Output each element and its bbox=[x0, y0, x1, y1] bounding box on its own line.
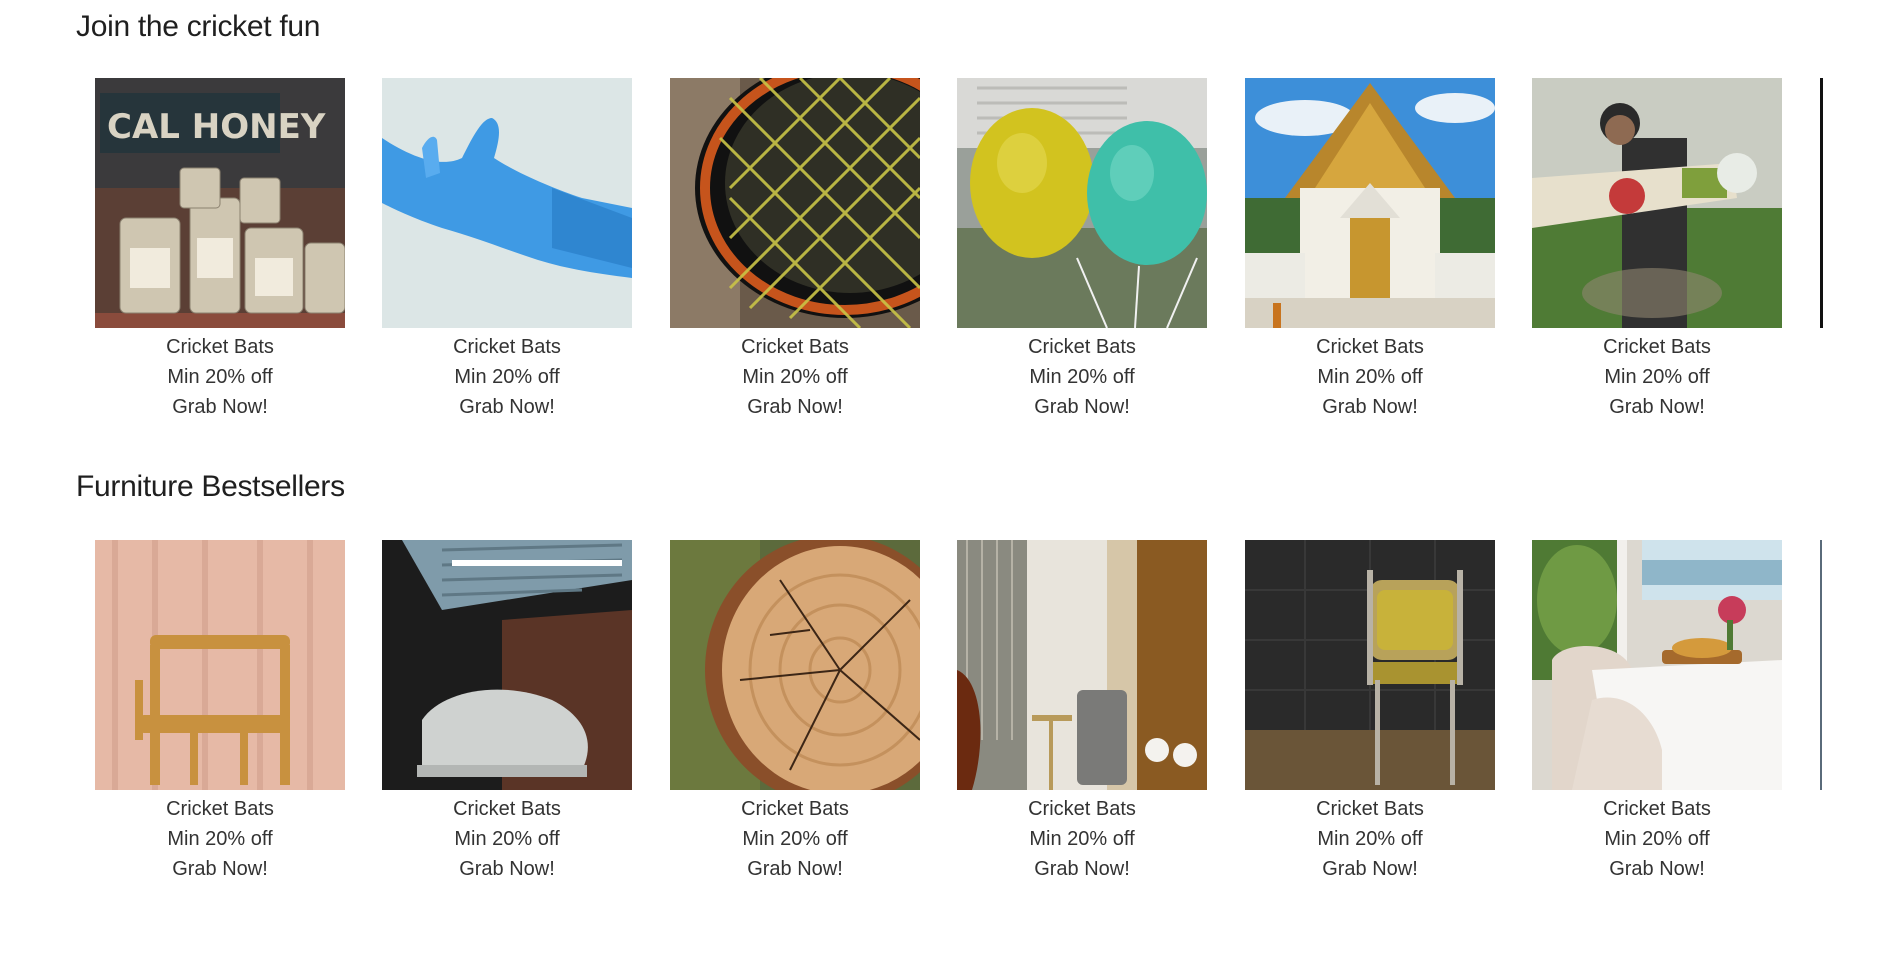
covered-car-garage-image bbox=[382, 540, 632, 790]
grab-now-link[interactable]: Grab Now! bbox=[670, 392, 920, 422]
product-name[interactable]: Cricket Bats bbox=[382, 794, 632, 824]
product-image[interactable] bbox=[957, 540, 1207, 790]
product-image[interactable] bbox=[95, 540, 345, 790]
section-title: Furniture Bestsellers bbox=[76, 470, 345, 503]
product-card[interactable]: Cricket Bats Min 20% off Grab Now! bbox=[957, 78, 1207, 422]
product-offer: Min 20% off bbox=[742, 366, 848, 388]
product-offer: Min 20% off bbox=[454, 828, 560, 850]
product-card[interactable]: Cricket Bats Min 20% off Grab Now! bbox=[1532, 540, 1782, 884]
tree-stump-image bbox=[670, 540, 920, 790]
product-card[interactable]: Cricket Bats Min 20% off Grab Now! bbox=[1532, 78, 1782, 422]
section-title: Join the cricket fun bbox=[76, 10, 321, 43]
product-offer: Min 20% off bbox=[454, 366, 560, 388]
product-name[interactable]: Cricket Bats bbox=[1532, 332, 1782, 362]
blue-glove-image bbox=[382, 78, 632, 328]
next-card-peek[interactable] bbox=[1820, 78, 1823, 328]
product-card[interactable]: Cricket Bats Min 20% off Grab Now! bbox=[1245, 540, 1495, 884]
product-name[interactable]: Cricket Bats bbox=[1245, 332, 1495, 362]
grab-now-link[interactable]: Grab Now! bbox=[957, 854, 1207, 884]
grab-now-link[interactable]: Grab Now! bbox=[1245, 392, 1495, 422]
product-offer: Min 20% off bbox=[1604, 828, 1710, 850]
product-carousel: Cricket Bats Min 20% off Grab Now! Crick… bbox=[0, 540, 1900, 960]
product-name[interactable]: Cricket Bats bbox=[957, 332, 1207, 362]
product-image[interactable] bbox=[1245, 78, 1495, 328]
wooden-chair-image bbox=[95, 540, 345, 790]
product-offer: Min 20% off bbox=[1029, 828, 1135, 850]
product-name[interactable]: Cricket Bats bbox=[1532, 794, 1782, 824]
section-furniture: Furniture Bestsellers Cricket Bats Min 2… bbox=[0, 460, 1900, 897]
product-card[interactable]: Cricket Bats Min 20% off Grab Now! bbox=[957, 540, 1207, 884]
product-card[interactable]: Cricket Bats Min 20% off Grab Now! bbox=[382, 540, 632, 884]
grab-now-link[interactable]: Grab Now! bbox=[1532, 854, 1782, 884]
product-card[interactable]: Cricket Bats Min 20% off Grab Now! bbox=[1245, 78, 1495, 422]
product-name[interactable]: Cricket Bats bbox=[670, 332, 920, 362]
product-card[interactable]: Cricket Bats Min 20% off Grab Now! bbox=[382, 78, 632, 422]
grab-now-link[interactable]: Grab Now! bbox=[1245, 854, 1495, 884]
product-offer: Min 20% off bbox=[1317, 828, 1423, 850]
dining-table-image bbox=[1532, 540, 1782, 790]
product-name[interactable]: Cricket Bats bbox=[957, 794, 1207, 824]
product-name[interactable]: Cricket Bats bbox=[382, 332, 632, 362]
product-image[interactable] bbox=[957, 78, 1207, 328]
balloons-image bbox=[957, 78, 1207, 328]
grab-now-link[interactable]: Grab Now! bbox=[382, 854, 632, 884]
product-carousel: CAL HONEY Cricket Bats Min 20% off Grab … bbox=[0, 78, 1900, 498]
cricket-player-image bbox=[1532, 78, 1782, 328]
product-image[interactable] bbox=[1532, 540, 1782, 790]
product-offer: Min 20% off bbox=[167, 828, 273, 850]
product-image[interactable] bbox=[1245, 540, 1495, 790]
product-image[interactable] bbox=[670, 540, 920, 790]
yellow-chair-image bbox=[1245, 540, 1495, 790]
grab-now-link[interactable]: Grab Now! bbox=[95, 854, 345, 884]
product-name[interactable]: Cricket Bats bbox=[1245, 794, 1495, 824]
product-name[interactable]: Cricket Bats bbox=[670, 794, 920, 824]
product-image[interactable]: CAL HONEY bbox=[95, 78, 345, 328]
racket-strings-image bbox=[670, 78, 920, 328]
temple-image bbox=[1245, 78, 1495, 328]
product-card[interactable]: Cricket Bats Min 20% off Grab Now! bbox=[95, 540, 345, 884]
product-offer: Min 20% off bbox=[167, 366, 273, 388]
product-offer: Min 20% off bbox=[1029, 366, 1135, 388]
product-offer: Min 20% off bbox=[742, 828, 848, 850]
grab-now-link[interactable]: Grab Now! bbox=[1532, 392, 1782, 422]
section-cricket: Join the cricket fun CAL HONEY Cricket B… bbox=[0, 0, 1900, 430]
product-name[interactable]: Cricket Bats bbox=[95, 332, 345, 362]
product-image[interactable] bbox=[382, 540, 632, 790]
grab-now-link[interactable]: Grab Now! bbox=[95, 392, 345, 422]
product-card[interactable]: Cricket Bats Min 20% off Grab Now! bbox=[670, 78, 920, 422]
product-name[interactable]: Cricket Bats bbox=[95, 794, 345, 824]
grab-now-link[interactable]: Grab Now! bbox=[382, 392, 632, 422]
product-image[interactable] bbox=[670, 78, 920, 328]
next-card-peek[interactable] bbox=[1820, 540, 1822, 790]
product-offer: Min 20% off bbox=[1604, 366, 1710, 388]
grab-now-link[interactable]: Grab Now! bbox=[670, 854, 920, 884]
honey-jars-image: CAL HONEY bbox=[95, 78, 345, 328]
interior-room-image bbox=[957, 540, 1207, 790]
product-card[interactable]: Cricket Bats Min 20% off Grab Now! bbox=[670, 540, 920, 884]
svg-text:CAL HONEY: CAL HONEY bbox=[107, 107, 326, 147]
product-image[interactable] bbox=[382, 78, 632, 328]
product-offer: Min 20% off bbox=[1317, 366, 1423, 388]
product-image[interactable] bbox=[1532, 78, 1782, 328]
grab-now-link[interactable]: Grab Now! bbox=[957, 392, 1207, 422]
product-card[interactable]: CAL HONEY Cricket Bats Min 20% off Grab … bbox=[95, 78, 345, 422]
